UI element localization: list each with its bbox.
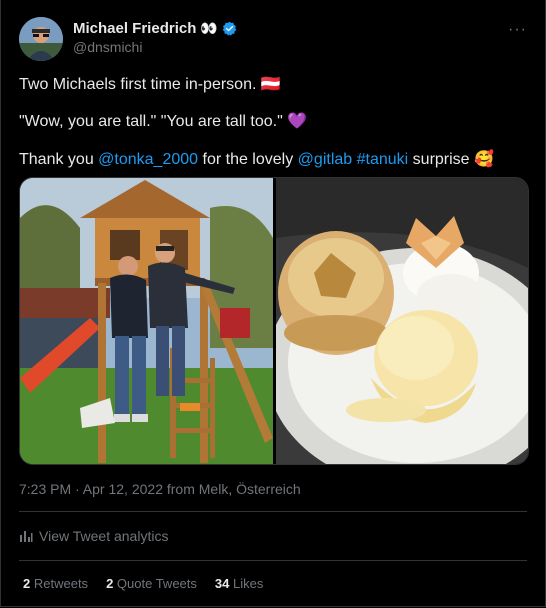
divider-2 — [19, 560, 527, 561]
media-photo-playhouse[interactable] — [20, 178, 273, 464]
divider-1 — [19, 511, 527, 512]
likes-stat[interactable]: 34 Likes — [215, 576, 263, 591]
likes-count: 34 — [214, 576, 230, 591]
avatar-image — [19, 17, 63, 61]
more-options-icon[interactable]: ··· — [508, 21, 527, 39]
tweet-line-3-suffix: surprise — [412, 151, 470, 168]
tweet-line-3-middle: for the lovely — [202, 151, 294, 168]
verified-badge-icon — [222, 21, 237, 36]
tweet-timestamp[interactable]: 7:23 PM · Apr 12, 2022 from Melk, Österr… — [19, 481, 301, 497]
retweets-stat[interactable]: 2 Retweets — [23, 576, 88, 591]
author-name[interactable]: Michael Friedrich — [73, 20, 196, 37]
retweets-count: 2 — [23, 576, 31, 591]
quote-tweets-stat[interactable]: 2 Quote Tweets — [106, 576, 197, 591]
name-row: Michael Friedrich 👀 — [73, 20, 237, 37]
analytics-label: View Tweet analytics — [39, 528, 169, 544]
tweet-line-2: "Wow, you are tall." "You are tall too."… — [19, 111, 307, 131]
tweet-line-1: Two Michaels first time in-person. 🇦🇹 — [19, 74, 281, 94]
smiling-hearts-emoji: 🥰 — [474, 151, 494, 168]
avatar[interactable] — [19, 17, 63, 61]
mention-tonka[interactable]: @tonka_2000 — [98, 151, 198, 168]
hashtag-tanuki[interactable]: #tanuki — [357, 151, 409, 168]
quote-tweets-label: Quote Tweets — [116, 576, 197, 591]
tweet-header: Michael Friedrich 👀 @dnsmichi ··· — [19, 17, 529, 61]
analytics-bar-icon — [20, 531, 33, 542]
tweet-card: Michael Friedrich 👀 @dnsmichi ··· Two Mi… — [0, 0, 546, 607]
retweets-label: Retweets — [33, 576, 89, 591]
likes-label: Likes — [233, 576, 264, 591]
purple-heart-emoji: 💜 — [287, 113, 308, 130]
author-handle[interactable]: @dnsmichi — [73, 39, 142, 55]
tweet-line-2-text: "Wow, you are tall." "You are tall too." — [19, 113, 283, 130]
view-analytics-link[interactable]: View Tweet analytics — [19, 528, 168, 544]
tweet-line-1-text: Two Michaels first time in-person. — [19, 76, 257, 93]
author-name-emoji: 👀 — [200, 20, 218, 36]
media-photo-dessert[interactable] — [276, 178, 528, 464]
engagement-stats: 2 Retweets 2 Quote Tweets 34 Likes — [23, 576, 263, 591]
photo-dessert-image — [276, 178, 528, 464]
quote-tweets-count: 2 — [106, 576, 114, 591]
austria-flag-emoji: 🇦🇹 — [260, 76, 281, 93]
tweet-media — [19, 177, 529, 465]
tweet-line-3: Thank you @tonka_2000 for the lovely @gi… — [19, 149, 494, 169]
tweet-line-3-prefix: Thank you — [19, 151, 94, 168]
photo-playhouse-image — [20, 178, 273, 464]
mention-gitlab[interactable]: @gitlab — [298, 151, 353, 168]
